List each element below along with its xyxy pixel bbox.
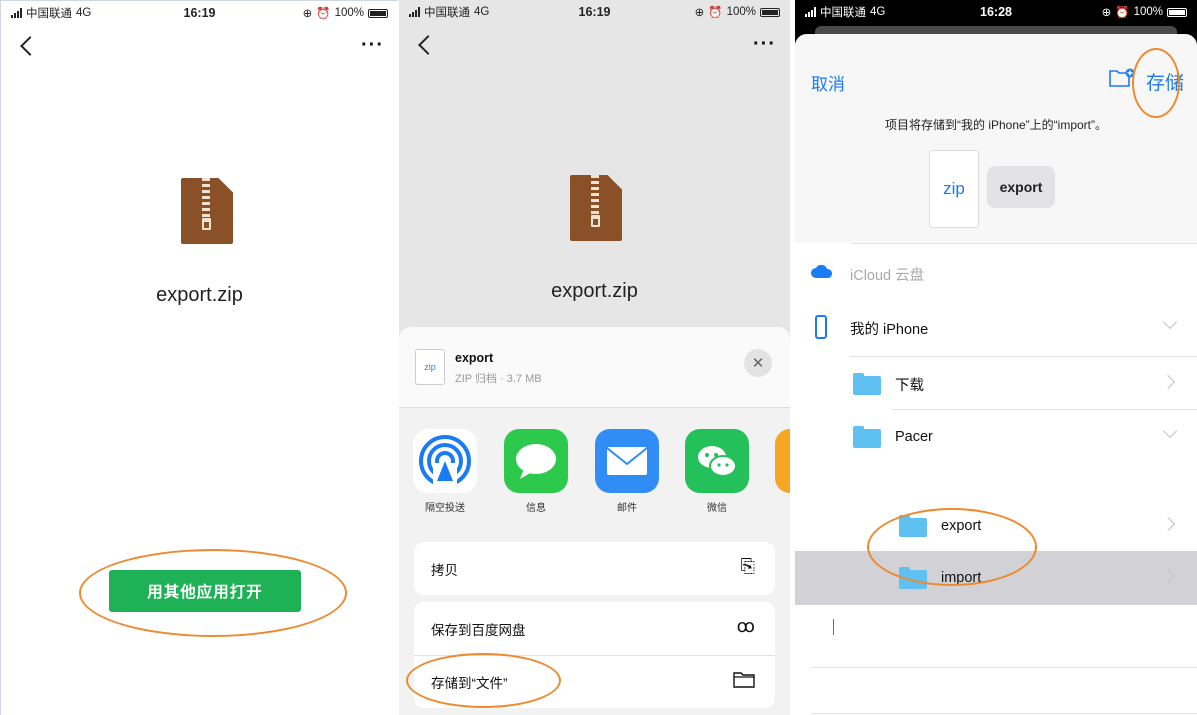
share-app-label: 信息	[526, 503, 546, 514]
back-chevron-icon[interactable]	[20, 36, 40, 56]
partial-app-icon	[775, 429, 790, 493]
cancel-button[interactable]: 取消	[811, 70, 845, 95]
action-group-copy: 拷贝 ⎘	[414, 542, 775, 595]
status-bar: 中国联通 4G 16:19 ⊕ ⏰ 100%	[399, 0, 790, 24]
more-options-button[interactable]: ···	[361, 35, 384, 55]
iphone-icon	[815, 315, 827, 339]
chevron-right-icon[interactable]	[1160, 516, 1176, 532]
location-tree: iCloud 云盘 我的 iPhone 下载 Pacer export impo…	[795, 243, 1197, 715]
file-name: export.zip	[551, 280, 638, 302]
battery-percent: 100%	[334, 7, 364, 19]
zip-file-icon	[570, 175, 622, 241]
share-app-wechat[interactable]: 微信	[685, 429, 749, 514]
share-app-airdrop[interactable]: 隔空投送	[413, 429, 477, 514]
status-bar: 中国联通 4G 16:28 ⊕ ⏰ 100%	[795, 0, 1197, 24]
export-folder-icon	[899, 515, 927, 537]
share-file-title: export	[455, 351, 494, 365]
share-sheet-header: zip export ZIP 归档 · 3.7 MB ✕	[399, 327, 790, 408]
zip-document-icon: zip	[415, 349, 445, 385]
nav-bar: ···	[1, 25, 398, 75]
close-button[interactable]: ✕	[744, 349, 772, 377]
save-sheet-header: 取消 存储 项目将存储到“我的 iPhone”上的“import”。 zip e…	[795, 34, 1197, 244]
status-bar: 中国联通 4G 16:19 ⊕ ⏰ 100%	[1, 1, 398, 25]
baidu-netdisk-icon: ꝏ	[736, 616, 755, 636]
location-icon: ⊕	[302, 8, 313, 20]
location-label: iCloud 云盘	[850, 267, 925, 284]
chevron-down-icon[interactable]	[1162, 423, 1178, 439]
share-app-label: 隔空投送	[425, 503, 465, 514]
share-app-label: 微信	[707, 503, 727, 514]
share-app-mail[interactable]: 邮件	[595, 429, 659, 514]
save-destination-hint: 项目将存储到“我的 iPhone”上的“import”。	[884, 118, 1108, 132]
save-button[interactable]: 存储	[1146, 68, 1184, 95]
location-downloads[interactable]: 下载	[795, 357, 1197, 411]
wechat-icon	[685, 429, 749, 493]
nav-bar: ···	[399, 24, 790, 74]
text-cursor	[833, 619, 834, 635]
location-export[interactable]: export	[795, 499, 1197, 553]
action-copy[interactable]: 拷贝 ⎘	[414, 542, 775, 595]
action-save-to-files[interactable]: 存储到“文件”	[414, 655, 775, 708]
alarm-icon: ⏰	[708, 7, 723, 19]
battery-icon	[368, 8, 388, 18]
battery-percent: 100%	[726, 6, 756, 18]
share-sheet: zip export ZIP 归档 · 3.7 MB ✕ 隔空投送 信息 邮件 …	[399, 327, 790, 715]
more-options-button[interactable]: ···	[753, 34, 776, 54]
location-import[interactable]: import	[795, 551, 1197, 605]
alarm-icon: ⏰	[316, 8, 331, 20]
battery-percent: 100%	[1133, 6, 1163, 18]
new-folder-icon[interactable]	[1109, 68, 1135, 88]
open-with-other-app-button[interactable]: 用其他应用打开	[109, 570, 301, 612]
share-apps-row: 隔空投送 信息 邮件 微信	[399, 419, 790, 519]
alarm-icon: ⏰	[1115, 7, 1130, 19]
chevron-down-icon[interactable]	[1162, 314, 1178, 330]
downloads-folder-icon	[853, 373, 881, 395]
action-group-save: 保存到百度网盘 ꝏ 存储到“文件”	[414, 602, 775, 708]
back-chevron-icon[interactable]	[418, 35, 438, 55]
share-app-partial[interactable]	[775, 429, 790, 493]
file-name-chip[interactable]: export	[987, 166, 1055, 208]
location-icloud: iCloud 云盘	[795, 247, 1197, 301]
share-sheet-screen: 中国联通 4G 16:19 ⊕ ⏰ 100% ··· export.zip zi…	[399, 0, 790, 715]
import-folder-icon	[899, 567, 927, 589]
chevron-right-icon[interactable]	[1160, 568, 1176, 584]
location-label: export	[941, 518, 982, 534]
battery-icon	[1167, 7, 1187, 17]
save-to-files-sheet: 取消 存储 项目将存储到“我的 iPhone”上的“import”。 zip e…	[795, 34, 1197, 715]
files-save-screen: 中国联通 4G 16:28 ⊕ ⏰ 100% 取消 存储 项目将存储到“我的 i…	[795, 0, 1197, 715]
cloud-icon	[811, 264, 833, 279]
share-app-messages[interactable]: 信息	[504, 429, 568, 514]
action-save-baidu[interactable]: 保存到百度网盘 ꝏ	[414, 602, 775, 655]
wechat-file-preview-screen: 中国联通 4G 16:19 ⊕ ⏰ 100% ··· export.zip 用其…	[0, 0, 398, 715]
action-label: 保存到百度网盘	[431, 622, 526, 638]
location-label: 我的 iPhone	[850, 321, 929, 338]
share-file-subtitle: ZIP 归档 · 3.7 MB	[455, 373, 542, 385]
battery-icon	[760, 7, 780, 17]
location-label: Pacer	[895, 429, 933, 445]
airdrop-icon	[413, 429, 477, 493]
location-icon: ⊕	[1101, 7, 1112, 19]
zip-file-icon	[181, 178, 233, 244]
action-label: 拷贝	[431, 562, 458, 578]
file-name: export.zip	[156, 284, 243, 306]
location-icon: ⊕	[694, 7, 705, 19]
chevron-right-icon[interactable]	[1160, 374, 1176, 390]
location-my-iphone[interactable]: 我的 iPhone	[795, 301, 1197, 355]
location-pacer[interactable]: Pacer	[795, 410, 1197, 464]
share-app-label: 邮件	[617, 503, 637, 514]
messages-icon	[504, 429, 568, 493]
pacer-folder-icon	[853, 426, 881, 448]
mail-icon	[595, 429, 659, 493]
action-label: 存储到“文件”	[431, 676, 508, 691]
copy-icon: ⎘	[740, 556, 755, 576]
zip-preview-thumbnail: zip	[929, 150, 979, 228]
folder-icon	[733, 670, 755, 693]
location-label: import	[941, 570, 982, 586]
location-label: 下载	[895, 377, 924, 394]
